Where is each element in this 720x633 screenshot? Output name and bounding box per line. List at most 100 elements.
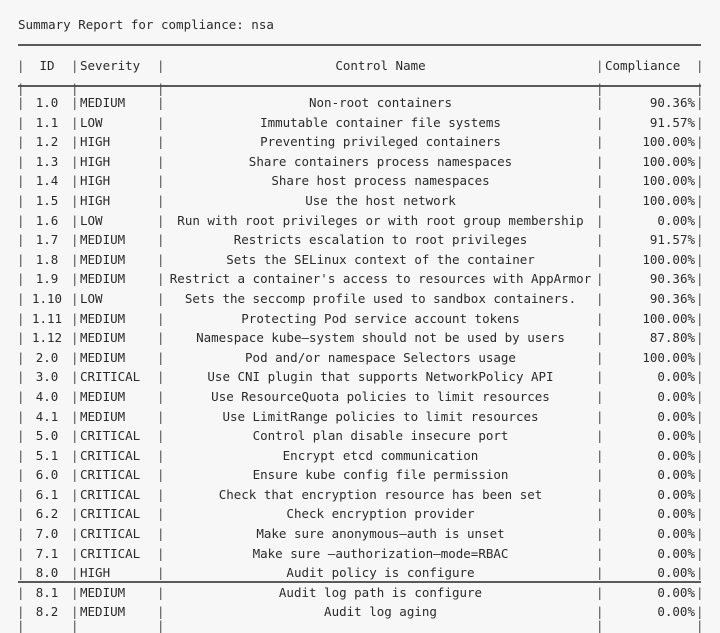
table-row[interactable]: 1.2 HIGH Preventing privileged containers 1…	[17, 132, 704, 152]
table-row[interactable]: 1.9 MEDIUM Restrict a container's access t…	[17, 269, 704, 289]
cell-severity: CRITICAL	[80, 369, 141, 385]
table-row[interactable]: 1.1 LOW Immutable container file systems 91…	[17, 113, 704, 133]
cell-severity: LOW	[80, 212, 103, 228]
cell-id: 1.5	[35, 192, 59, 208]
table-row[interactable]: 1.8 MEDIUM Sets the SELinux context of the…	[17, 250, 704, 270]
cell-compliance: 0.00%	[657, 545, 695, 561]
page-title: Summary Report for compliance: nsa	[18, 17, 274, 32]
cell-name: Use the host network	[305, 192, 456, 208]
report-page: Summary Report for compliance: nsa ID Sev…	[0, 0, 720, 630]
cell-name: Use LimitRange policies to limit resourc…	[222, 408, 539, 424]
cell-id: 8.0	[35, 565, 59, 581]
cell-compliance: 100.00%	[642, 153, 695, 169]
cell-severity: MEDIUM	[80, 310, 126, 326]
table-bottom-spacer	[17, 622, 704, 630]
cell-severity: MEDIUM	[80, 95, 126, 110]
column-header-name[interactable]: Control Name	[166, 46, 595, 85]
cell-name: Pod and/or namespace Selectors usage	[245, 349, 516, 365]
cell-name: Audit log path is configure	[278, 584, 483, 600]
cell-compliance: 0.00%	[657, 604, 695, 620]
table-row[interactable]: 7.1 CRITICAL Make sure –authorization–mode…	[17, 544, 704, 564]
cell-id: 1.3	[35, 153, 59, 169]
column-header-severity[interactable]: Severity	[80, 46, 156, 85]
cell-id: 8.2	[35, 604, 59, 620]
table-header-row: ID Severity Control Name Compliance	[17, 46, 704, 85]
compliance-table: ID Severity Control Name Compliance 1.0 MEDIU…	[17, 44, 704, 630]
cell-name: Preventing privileged containers	[260, 134, 501, 150]
cell-severity: CRITICAL	[80, 545, 141, 561]
cell-id: 6.2	[35, 506, 59, 522]
table-row[interactable]: 1.10 LOW Sets the seccomp profile used to …	[17, 289, 704, 309]
cell-id: 7.0	[35, 526, 59, 542]
cell-severity: MEDIUM	[80, 349, 126, 365]
table-row[interactable]: 6.1 CRITICAL Check that encryption resourc…	[17, 485, 704, 505]
cell-compliance: 100.00%	[642, 349, 695, 365]
table-row[interactable]: 7.0 CRITICAL Make sure anonymous–auth is u…	[17, 524, 704, 544]
cell-name: Make sure –authorization–mode=RBAC	[252, 545, 509, 561]
cell-compliance: 100.00%	[642, 251, 695, 267]
cell-compliance: 0.00%	[657, 467, 695, 483]
table-row[interactable]: 8.1 MEDIUM Audit log path is configure 0.00…	[17, 583, 704, 603]
table-row[interactable]: 4.1 MEDIUM Use LimitRange policies to limi…	[17, 407, 704, 427]
table-row[interactable]: 1.11 MEDIUM Protecting Pod service account…	[17, 309, 704, 329]
table-row[interactable]: 1.3 HIGH Share containers process namespac…	[17, 152, 704, 172]
cell-compliance: 0.00%	[657, 388, 695, 404]
cell-name: Audit policy is configure	[286, 565, 475, 581]
cell-id: 5.1	[35, 447, 59, 463]
cell-severity: LOW	[80, 290, 103, 306]
cell-name: Check that encryption resource has been …	[218, 486, 543, 502]
cell-name: Share containers process namespaces	[248, 153, 513, 169]
cell-name: Share host process namespaces	[271, 173, 490, 189]
cell-name: Encrypt etcd communication	[282, 447, 479, 463]
cell-name: Ensure kube config file permission	[252, 467, 509, 483]
cell-id: 5.0	[35, 428, 59, 444]
cell-severity: CRITICAL	[80, 486, 141, 502]
cell-severity: CRITICAL	[80, 428, 141, 444]
cell-name: Immutable container file systems	[260, 114, 501, 130]
cell-name: Restrict a container's access to resourc…	[169, 271, 592, 287]
table-row[interactable]: 1.7 MEDIUM Restricts escalation to root pr…	[17, 230, 704, 250]
table-row[interactable]: 1.6 LOW Run with root privileges or with r…	[17, 211, 704, 231]
table-row[interactable]: 1.0 MEDIUM Non-root containers 90.36%	[17, 93, 704, 113]
cell-id: 1.4	[35, 173, 59, 189]
cell-compliance: 0.00%	[657, 584, 695, 600]
cell-severity: HIGH	[80, 134, 111, 150]
table-row[interactable]: 3.0 CRITICAL Use CNI plugin that supports …	[17, 367, 704, 387]
table-row[interactable]: 5.0 CRITICAL Control plan disable insecure…	[17, 426, 704, 446]
table-row[interactable]: 2.0 MEDIUM Pod and/or namespace Selectors …	[17, 348, 704, 368]
cell-compliance: 100.00%	[642, 173, 695, 189]
cell-compliance: 91.57%	[649, 114, 695, 130]
cell-id: 6.1	[35, 486, 59, 502]
cell-name: Restricts escalation to root privileges	[233, 232, 528, 248]
cell-name: Namespace kube–system should not be used…	[196, 330, 565, 346]
cell-compliance: 100.00%	[642, 192, 695, 208]
cell-severity: HIGH	[80, 565, 111, 581]
cell-id: 3.0	[35, 369, 59, 385]
table-row[interactable]: 6.2 CRITICAL Check encryption provider 0.00…	[17, 504, 704, 524]
cell-name: Non-root containers	[309, 95, 452, 110]
cell-id: 1.8	[35, 251, 59, 267]
cell-id: 2.0	[35, 349, 59, 365]
cell-severity: MEDIUM	[80, 604, 126, 620]
cell-severity: HIGH	[80, 192, 111, 208]
cell-compliance: 0.00%	[657, 506, 695, 522]
cell-name: Use CNI plugin that supports NetworkPoli…	[207, 369, 554, 385]
table-row[interactable]: 1.4 HIGH Share host process namespaces 100.…	[17, 171, 704, 191]
cell-severity: MEDIUM	[80, 271, 126, 287]
table-row[interactable]: 5.1 CRITICAL Encrypt etcd communication 0.0…	[17, 446, 704, 466]
cell-name: Protecting Pod service account tokens	[241, 310, 520, 326]
cell-severity: MEDIUM	[80, 232, 126, 248]
table-row[interactable]: 8.0 HIGH Audit policy is configure 0.00%	[17, 563, 704, 583]
cell-id: 8.1	[35, 584, 59, 600]
column-header-compliance[interactable]: Compliance	[605, 46, 695, 85]
cell-severity: CRITICAL	[80, 506, 141, 522]
table-row[interactable]: 4.0 MEDIUM Use ResourceQuota policies to l…	[17, 387, 704, 407]
table-row[interactable]: 1.5 HIGH Use the host network 100.00%	[17, 191, 704, 211]
cell-name: Make sure anonymous–auth is unset	[256, 526, 505, 542]
cell-name: Check encryption provider	[286, 506, 475, 522]
table-row[interactable]: 6.0 CRITICAL Ensure kube config file permi…	[17, 465, 704, 485]
column-header-id[interactable]: ID	[24, 46, 70, 85]
cell-id: 1.12	[31, 330, 63, 346]
table-row[interactable]: 1.12 MEDIUM Namespace kube–system should n…	[17, 328, 704, 348]
cell-id: 1.1	[35, 114, 59, 130]
